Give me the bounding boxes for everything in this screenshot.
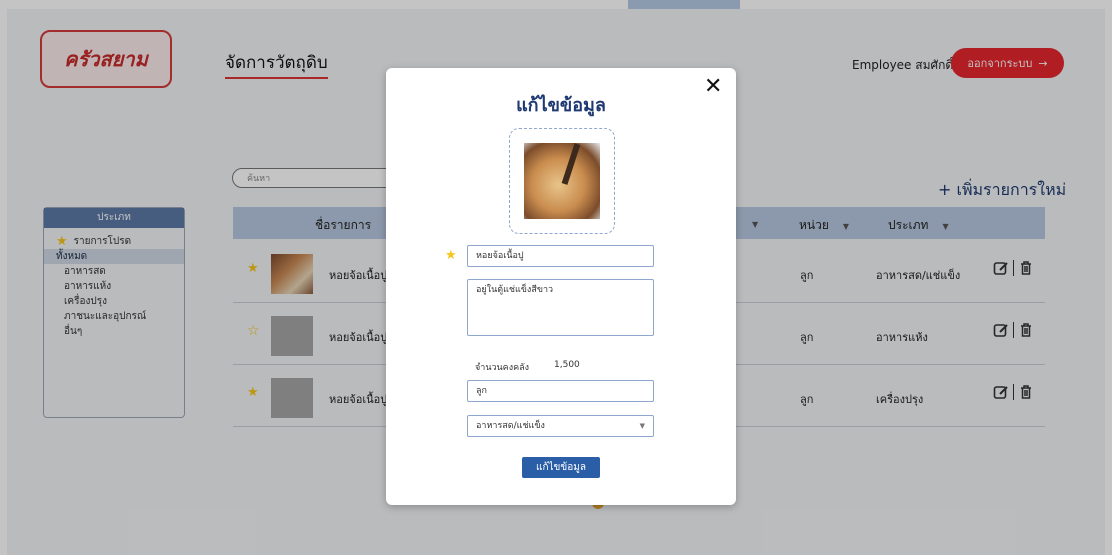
type-select-value: อาหารสด/แช่แข็ง: [476, 421, 545, 431]
modal-title: แก้ไขข้อมูล: [516, 95, 606, 116]
close-icon[interactable]: ✕: [704, 74, 722, 99]
favorite-star-icon[interactable]: ★: [445, 249, 457, 262]
description-field[interactable]: อยู่ในตู้แช่แข็งสีขาว: [467, 279, 654, 336]
stock-value: 1,500: [554, 360, 580, 370]
name-field[interactable]: หอยจ้อเนื้อปู: [467, 245, 654, 267]
stock-label: จำนวนคงคลัง: [475, 363, 530, 373]
unit-field[interactable]: ลูก: [467, 380, 654, 402]
edit-modal: แก้ไขข้อมูล ✕ ★ หอยจ้อเนื้อปู อยู่ในตู้แ…: [386, 68, 736, 505]
type-select[interactable]: อาหารสด/แช่แข็ง ▼: [467, 415, 654, 437]
chevron-down-icon: ▼: [639, 422, 645, 430]
save-button[interactable]: แก้ไขข้อมูล: [522, 457, 600, 478]
image-upload-box[interactable]: [509, 128, 615, 234]
